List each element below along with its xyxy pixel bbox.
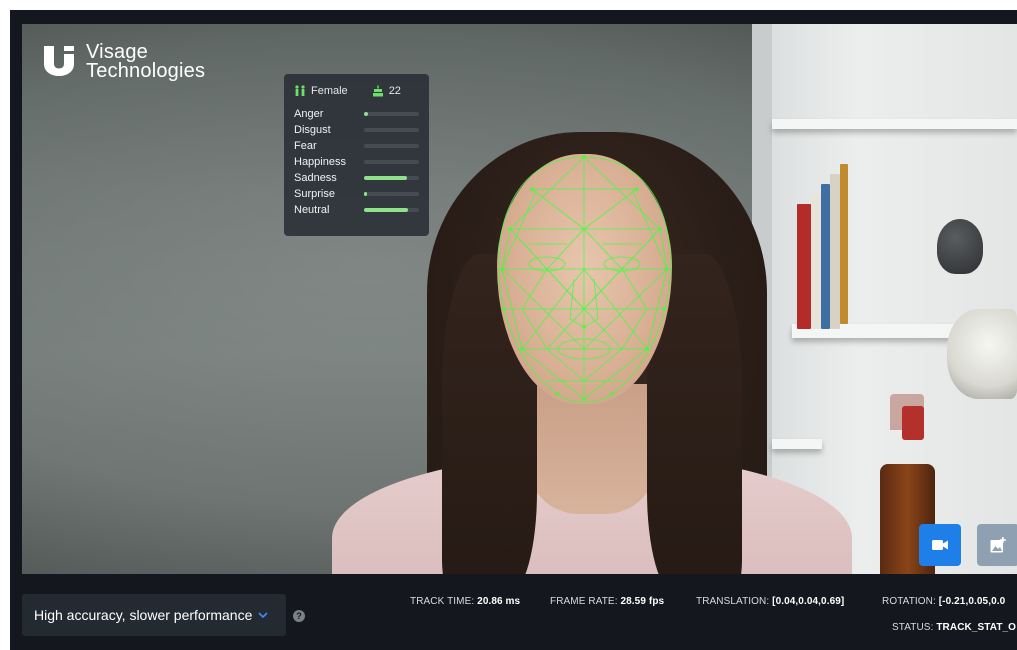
emotion-label: Surprise [294,188,335,200]
status-stat: STATUS: TRACK_STAT_O [892,622,1016,633]
emotion-row: Fear [294,138,419,154]
tracking-mode-dropdown[interactable]: High accuracy, slower performance [22,594,286,636]
bottom-control-bar: High accuracy, slower performance ? TRAC… [10,574,1017,650]
emotion-bar-track [364,112,419,116]
use-camera-button[interactable] [919,524,961,566]
translation-value: [0.04,0.04,0.69] [772,596,845,607]
rotation-value: [-0.21,0.05,0.0 [938,596,1006,607]
face-mesh-overlay [498,155,671,403]
age-value: 22 [388,85,401,97]
status-label: STATUS: [892,622,934,633]
emotion-row: Disgust [294,122,419,138]
track-time-value: 20.86 ms [477,596,521,607]
demographics-row: Female 22 [294,84,419,98]
video-camera-icon [932,540,948,550]
background-lamp [947,309,1017,399]
frame-rate-value: 28.59 fps [620,596,665,607]
translation-stat: TRANSLATION: [0.04,0.04,0.69] [696,596,844,607]
track-time-label: TRACK TIME: [410,596,475,607]
face-analysis-panel: Female 22 Anger Disgust Fear Happiness Sadne… [284,74,429,236]
emotion-bar-track [364,128,419,132]
rotation-stat: ROTATION: [-0.21,0.05,0.0 [882,596,1005,607]
emotion-list: Anger Disgust Fear Happiness Sadness Surprise… [294,106,419,218]
female-male-icon [295,85,305,96]
upload-image-button[interactable] [977,524,1017,566]
emotion-bar-track [364,192,419,196]
emotion-row: Neutral [294,202,419,218]
book [840,164,848,324]
emotion-label: Happiness [294,156,346,168]
frame-rate-label: FRAME RATE: [550,596,618,607]
book [821,184,830,329]
help-icon[interactable]: ? [293,610,305,622]
track-time-stat: TRACK TIME: 20.86 ms [410,596,520,607]
emotion-bar-fill [364,112,369,116]
logo-line-2: Technologies [86,60,206,82]
emotion-label: Disgust [294,124,331,136]
emotion-label: Fear [294,140,317,152]
translation-label: TRANSLATION: [696,596,770,607]
emotion-row: Surprise [294,186,419,202]
emotion-label: Anger [294,108,324,120]
emotion-bar-track [364,208,419,212]
background-vase [937,219,983,274]
age-cake-icon [372,85,383,97]
chevron-down-icon [258,611,268,618]
visage-logo-mark-icon [44,46,74,76]
tracking-mode-value: High accuracy, slower performance [34,607,253,623]
emotion-bar-track [364,160,419,164]
emotion-row: Happiness [294,154,419,170]
frame-rate-stat: FRAME RATE: 28.59 fps [550,596,664,607]
add-image-icon [990,537,1006,553]
book [811,194,821,329]
emotion-bar-track [364,176,419,180]
emotion-bar-fill [364,192,368,196]
emotion-row: Sadness [294,170,419,186]
emotion-label: Sadness [294,172,337,184]
rotation-label: ROTATION: [882,596,936,607]
face-tracking-app: Visage Technologies Female 22 Anger Disg… [10,10,1017,650]
emotion-bar-track [364,144,419,148]
book [830,174,840,329]
emotion-bar-fill [364,208,408,212]
camera-feed: Visage Technologies Female 22 Anger Disg… [22,24,1017,574]
emotion-row: Anger [294,106,419,122]
status-value: TRACK_STAT_O [936,622,1017,633]
emotion-label: Neutral [294,204,330,216]
screen-frame: Visage Technologies Female 22 Anger Disg… [0,0,1017,650]
gender-value: Female [311,85,348,97]
visage-technologies-logo: Visage Technologies [40,42,205,82]
book [797,204,811,329]
emotion-bar-fill [364,176,407,180]
